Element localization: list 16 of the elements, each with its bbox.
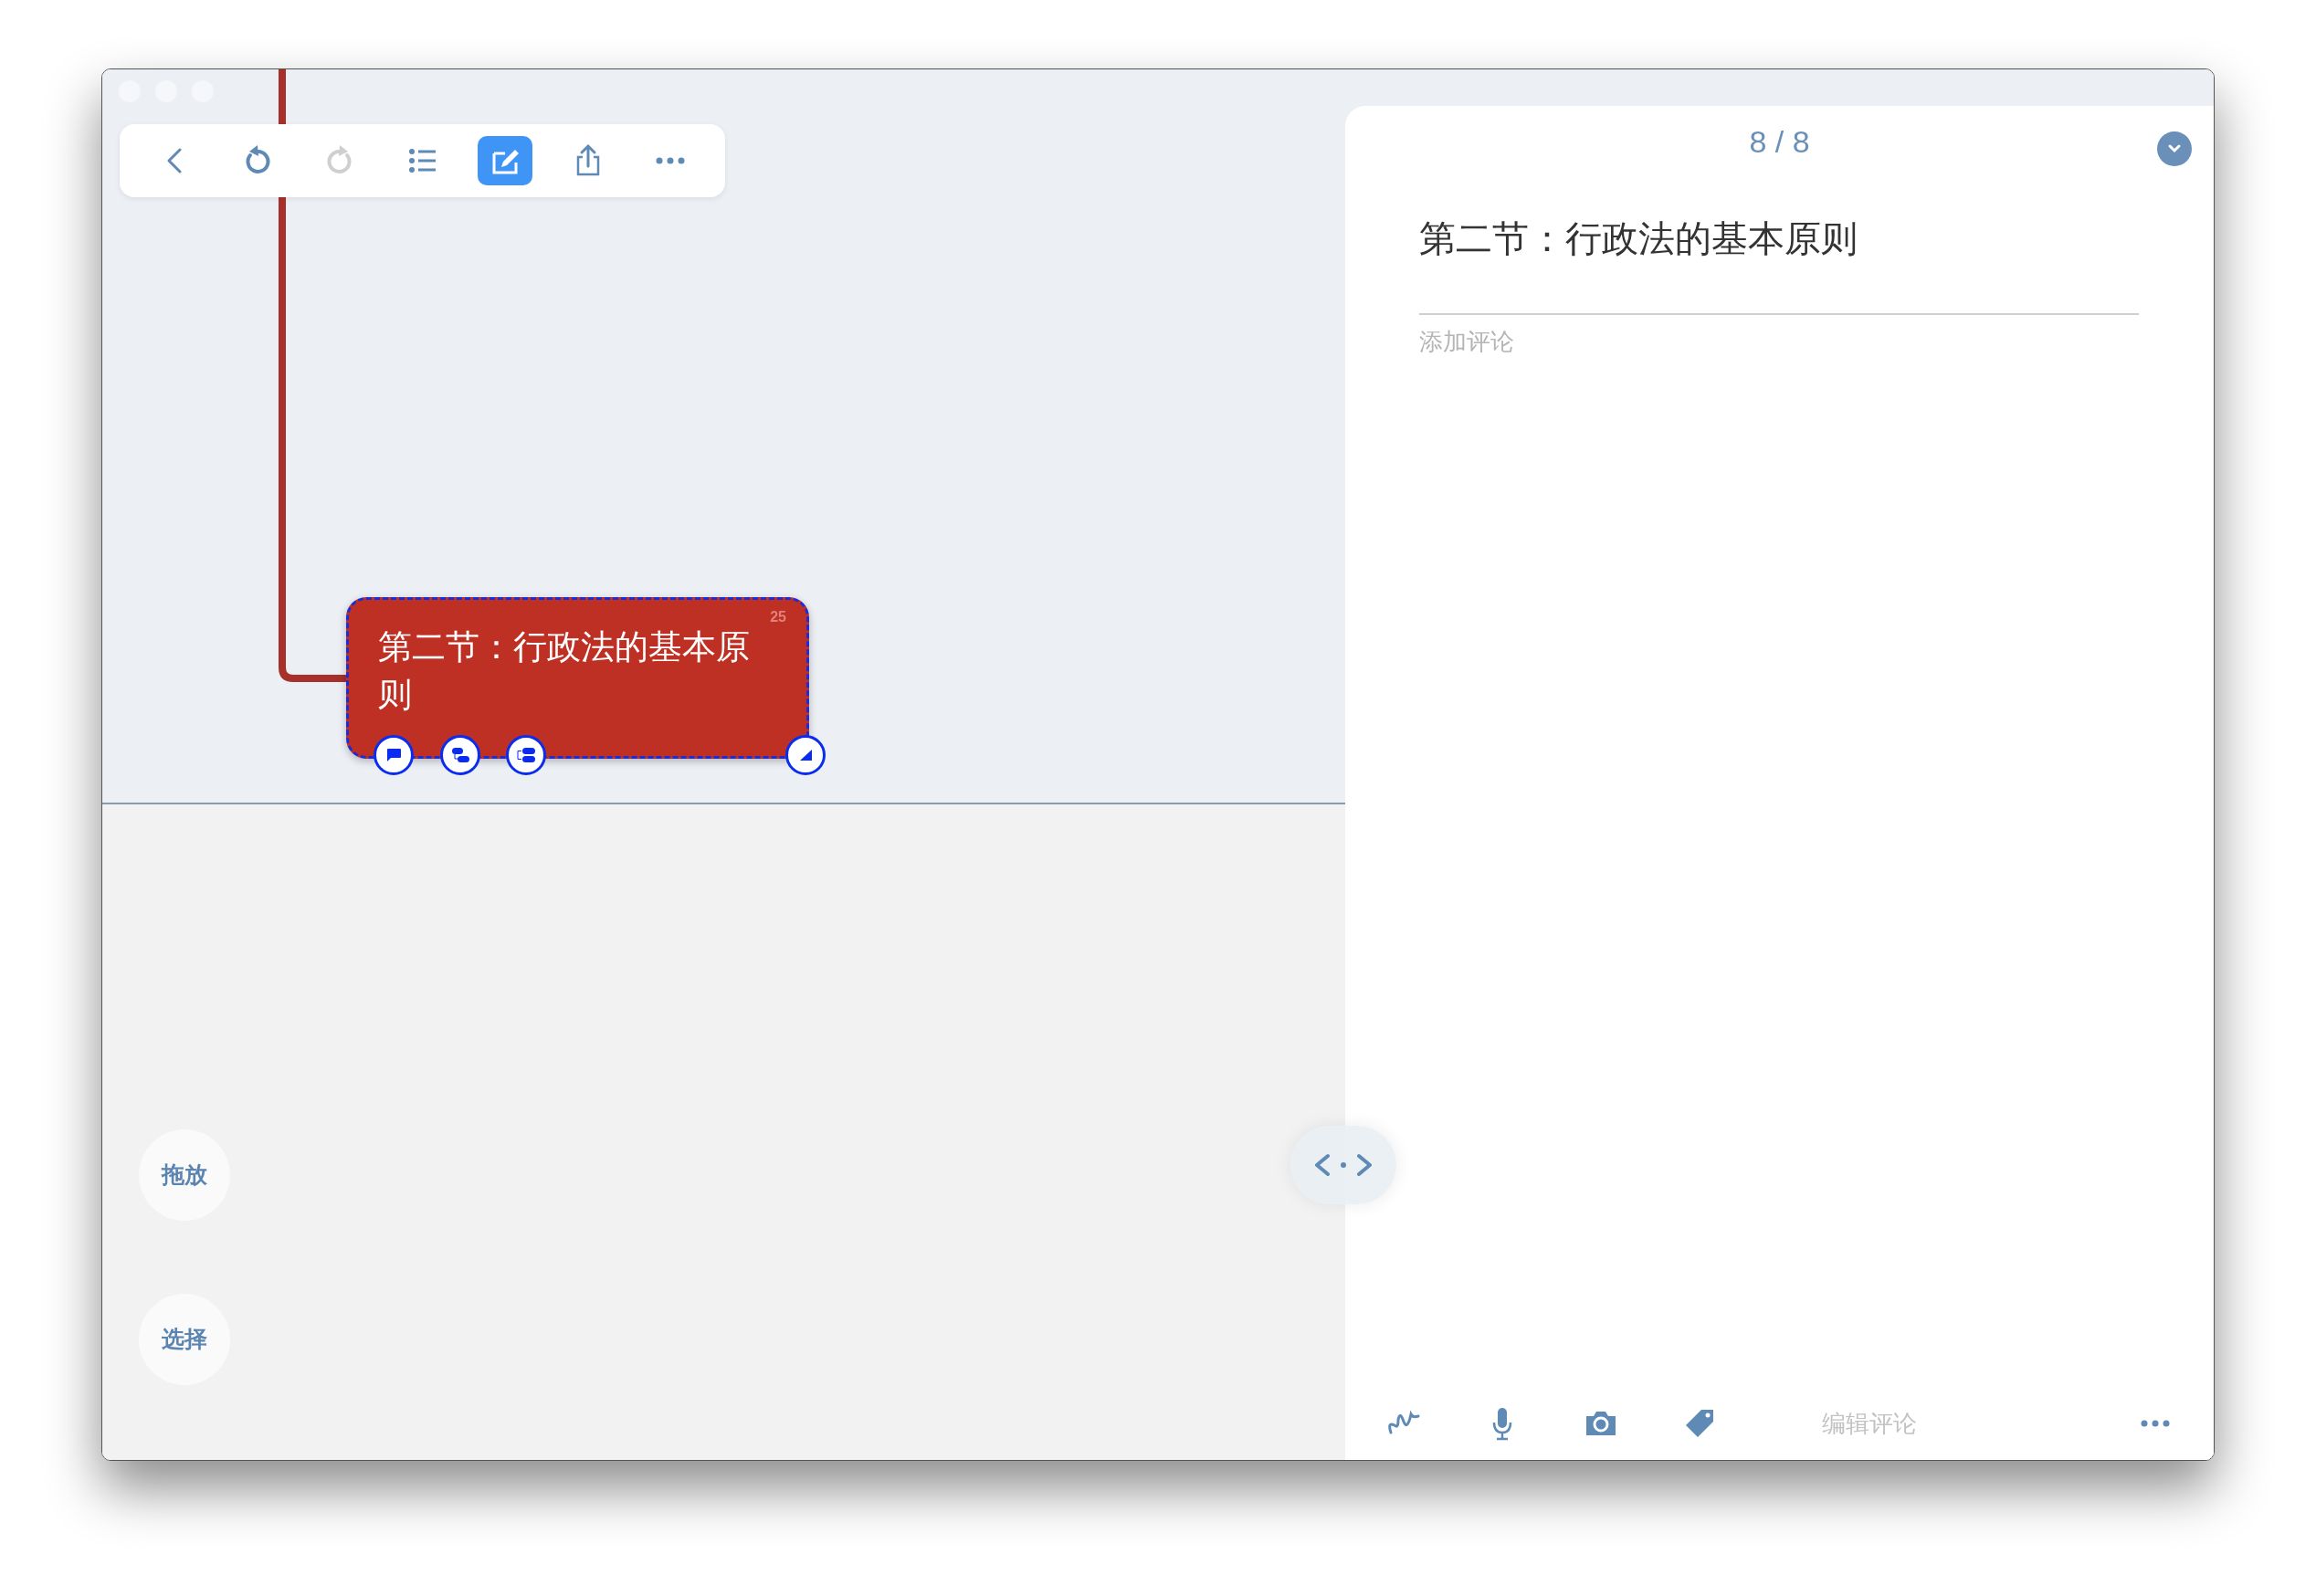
topic-title: 第二节：行政法的基本原则 — [1419, 217, 1858, 260]
edit-button[interactable] — [478, 136, 532, 185]
mode-button[interactable]: 选择 — [139, 1294, 230, 1385]
subtopic-button[interactable] — [440, 735, 480, 775]
triangle-button[interactable] — [785, 735, 826, 775]
comment-edit-field[interactable]: 编辑评论 — [1822, 1405, 2005, 1442]
more-icon — [656, 157, 685, 164]
comment-field[interactable]: 添加评论 — [1419, 313, 2139, 360]
topic-node[interactable]: 第二节：行政法的基本原则 25 — [346, 597, 809, 759]
back-icon — [167, 148, 182, 173]
more-icon — [2141, 1420, 2170, 1427]
collapse-button[interactable] — [2157, 131, 2192, 166]
node-count: 25 — [770, 608, 786, 626]
mode-button[interactable]: 拖放 — [139, 1129, 230, 1221]
node-title: 第二节：行政法的基本原则 — [378, 627, 751, 715]
page-counter: 8 / 8 — [1749, 122, 1810, 161]
